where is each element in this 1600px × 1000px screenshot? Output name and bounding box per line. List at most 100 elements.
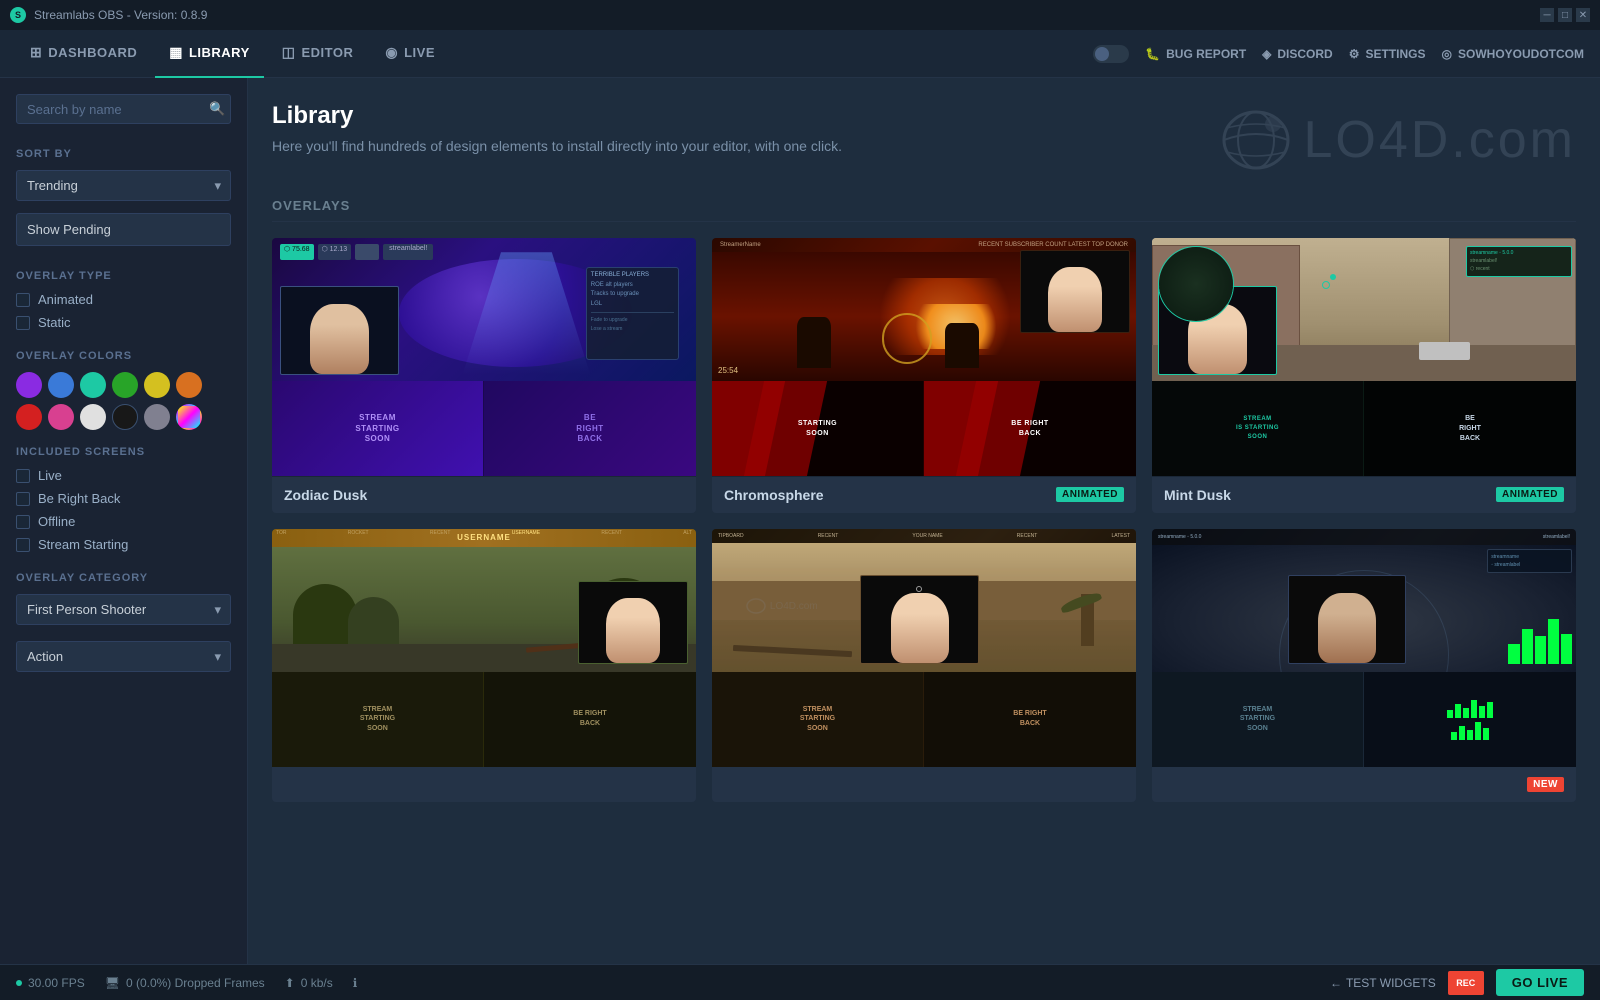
- mint-dusk-info: Mint Dusk ANIMATED: [1152, 477, 1576, 513]
- animated-label: Animated: [38, 292, 93, 307]
- discord-icon: ◈: [1262, 47, 1271, 61]
- dashboard-icon: ⊞: [30, 44, 42, 61]
- color-yellow[interactable]: [144, 372, 170, 398]
- category-select-wrapper: First Person Shooter Action RPG ▾: [16, 594, 231, 625]
- discord-label: Discord: [1277, 47, 1332, 61]
- overlay-card-5[interactable]: TIPBOARDRECENTYOUR NAMERECENTLATEST: [712, 529, 1136, 803]
- status-right: ← TEST WIDGETS REC GO LIVE: [1330, 969, 1584, 996]
- chromosphere-thumbnail: StreamerName RECENT SUBSCRIBER COUNT LAT…: [712, 238, 1136, 477]
- included-screens-label: INCLUDED SCREENS: [16, 446, 231, 458]
- go-live-button[interactable]: GO LIVE: [1496, 969, 1584, 996]
- settings-button[interactable]: ⚙ Settings: [1349, 47, 1426, 61]
- sort-select-wrapper: Trending Newest Popular ▾: [16, 170, 231, 201]
- overlay-card-zodiac-dusk[interactable]: ⬡ 75.68 ⬡ 12.13 streamlabel!: [272, 238, 696, 513]
- minimize-button[interactable]: ─: [1540, 8, 1554, 22]
- stream-starting-checkbox[interactable]: [16, 538, 30, 552]
- overlay-card-6[interactable]: streamname ◦ 5.0.0streamlabel!: [1152, 529, 1576, 803]
- category-select[interactable]: First Person Shooter Action RPG: [16, 594, 231, 625]
- toggle-knob: [1095, 47, 1109, 61]
- live-checkbox[interactable]: [16, 469, 30, 483]
- bitrate-value: 0 kb/s: [301, 976, 333, 990]
- static-checkbox-item[interactable]: Static: [16, 315, 231, 330]
- monitor-icon: 🖥: [105, 976, 120, 990]
- search-icon: 🔍: [209, 101, 225, 117]
- discord-button[interactable]: ◈ Discord: [1262, 47, 1333, 61]
- card5-thumbnail: TIPBOARDRECENTYOUR NAMERECENTLATEST: [712, 529, 1136, 768]
- user-button[interactable]: ◎ sowhoyoudotcom: [1442, 47, 1584, 61]
- page-title: Library: [272, 102, 842, 130]
- overlay-card-4[interactable]: USERNAME TORROCKETRECENTUSERNAMERECENTAL…: [272, 529, 696, 803]
- color-grid: [16, 372, 231, 430]
- zodiac-dusk-thumbnail: ⬡ 75.68 ⬡ 12.13 streamlabel!: [272, 238, 696, 477]
- offline-checkbox[interactable]: [16, 515, 30, 529]
- color-pink[interactable]: [48, 404, 74, 430]
- page-subtitle: Here you'll find hundreds of design elem…: [272, 138, 842, 154]
- action-select[interactable]: Action: [16, 641, 231, 672]
- color-gradient[interactable]: [176, 404, 202, 430]
- nav-live-label: Live: [404, 45, 435, 60]
- chromosphere-name: Chromosphere: [724, 487, 824, 503]
- color-teal[interactable]: [80, 372, 106, 398]
- color-gray[interactable]: [144, 404, 170, 430]
- sort-by-label: SORT BY: [16, 148, 231, 160]
- test-widgets-button[interactable]: ← TEST WIDGETS: [1330, 976, 1436, 990]
- nav-dashboard[interactable]: ⊞ Dashboard: [16, 30, 151, 78]
- zodiac-dusk-info: Zodiac Dusk: [272, 477, 696, 513]
- overlay-type-label: OVERLAY TYPE: [16, 270, 231, 282]
- theme-toggle[interactable]: [1093, 45, 1129, 63]
- live-checkbox-item[interactable]: Live: [16, 468, 231, 483]
- color-blue[interactable]: [48, 372, 74, 398]
- rec-badge[interactable]: REC: [1448, 971, 1484, 995]
- settings-label: Settings: [1366, 47, 1426, 61]
- fps-value: 30.00 FPS: [28, 976, 85, 990]
- show-pending-button[interactable]: Show Pending: [16, 213, 231, 246]
- nav-live[interactable]: ◉ Live: [371, 30, 449, 78]
- animated-checkbox[interactable]: [16, 293, 30, 307]
- stream-starting-checkbox-item[interactable]: Stream Starting: [16, 537, 231, 552]
- color-red[interactable]: [16, 404, 42, 430]
- watermark-globe-icon: [1221, 110, 1291, 170]
- app-icon: S: [10, 7, 26, 23]
- mint-dusk-thumbnail: streamname ◦ 5.0.0 streamlabel!⬡ recent: [1152, 238, 1576, 477]
- upload-icon: ⬆: [285, 976, 295, 990]
- library-icon: ▦: [169, 44, 183, 61]
- chromosphere-badge: ANIMATED: [1056, 487, 1124, 502]
- zodiac-dusk-name: Zodiac Dusk: [284, 487, 367, 503]
- color-black[interactable]: [112, 404, 138, 430]
- static-label: Static: [38, 315, 71, 330]
- chromosphere-info: Chromosphere ANIMATED: [712, 477, 1136, 513]
- brb-checkbox-item[interactable]: Be Right Back: [16, 491, 231, 506]
- static-checkbox[interactable]: [16, 316, 30, 330]
- content-header: Library Here you'll find hundreds of des…: [272, 102, 1576, 174]
- offline-checkbox-item[interactable]: Offline: [16, 514, 231, 529]
- navbar: ⊞ Dashboard ▦ Library ◫ Editor ◉ Live 🐛 …: [0, 30, 1600, 78]
- overlay-card-mint-dusk[interactable]: streamname ◦ 5.0.0 streamlabel!⬡ recent: [1152, 238, 1576, 513]
- arrow-left-icon: ←: [1330, 976, 1342, 990]
- nav-editor[interactable]: ◫ Editor: [268, 30, 368, 78]
- info-status[interactable]: ℹ: [353, 976, 358, 990]
- username-label: sowhoyoudotcom: [1458, 47, 1584, 61]
- brb-checkbox[interactable]: [16, 492, 30, 506]
- nav-editor-label: Editor: [302, 45, 354, 60]
- sort-select[interactable]: Trending Newest Popular: [16, 170, 231, 201]
- color-purple[interactable]: [16, 372, 42, 398]
- close-button[interactable]: ✕: [1576, 8, 1590, 22]
- stream-starting-label: Stream Starting: [38, 537, 128, 552]
- nav-dashboard-label: Dashboard: [48, 45, 137, 60]
- search-box[interactable]: 🔍: [16, 94, 231, 124]
- color-green[interactable]: [112, 372, 138, 398]
- live-icon: ◉: [385, 44, 398, 61]
- overlay-card-chromosphere[interactable]: StreamerName RECENT SUBSCRIBER COUNT LAT…: [712, 238, 1136, 513]
- overlays-grid: ⬡ 75.68 ⬡ 12.13 streamlabel!: [272, 238, 1576, 802]
- maximize-button[interactable]: □: [1558, 8, 1572, 22]
- bitrate-status: ⬆ 0 kb/s: [285, 976, 333, 990]
- color-white[interactable]: [80, 404, 106, 430]
- window-controls: ─ □ ✕: [1540, 8, 1590, 22]
- main-content: 🔍 SORT BY Trending Newest Popular ▾ Show…: [0, 78, 1600, 964]
- color-orange[interactable]: [176, 372, 202, 398]
- editor-icon: ◫: [282, 44, 296, 61]
- nav-library[interactable]: ▦ Library: [155, 30, 264, 78]
- bug-report-button[interactable]: 🐛 Bug Report: [1145, 47, 1246, 61]
- animated-checkbox-item[interactable]: Animated: [16, 292, 231, 307]
- search-input[interactable]: [27, 102, 203, 117]
